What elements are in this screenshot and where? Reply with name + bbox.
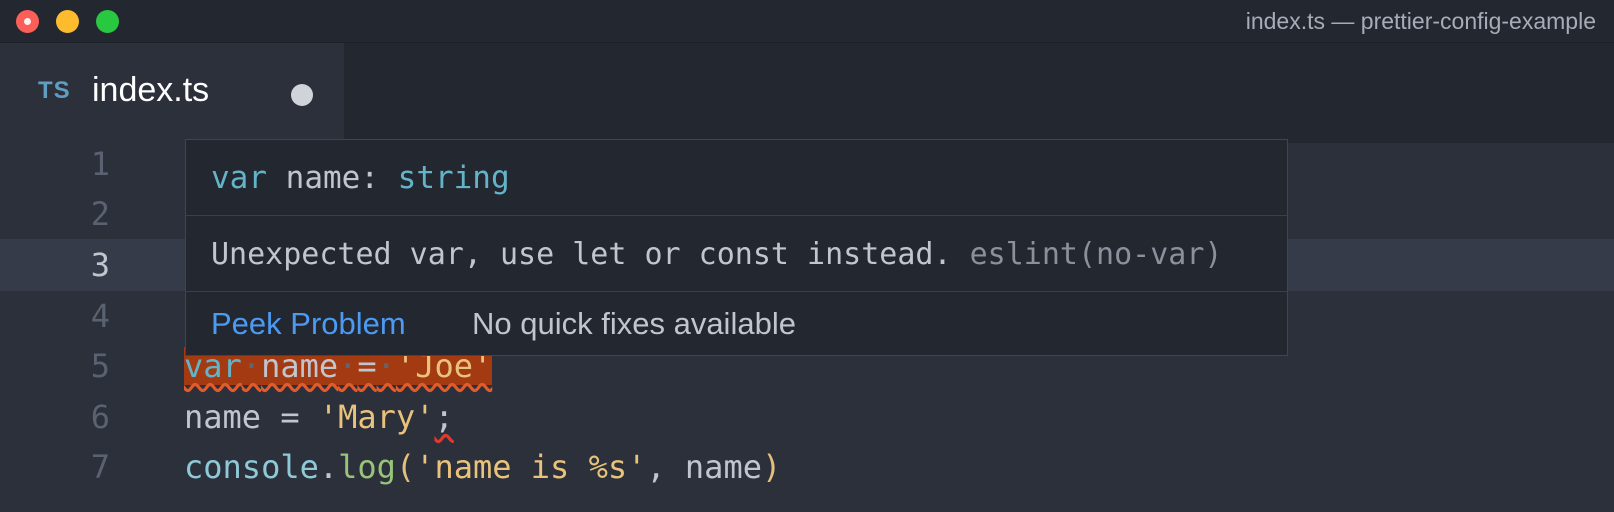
comma-token: , xyxy=(646,448,666,486)
title-bar: index.ts — prettier-config-example xyxy=(0,0,1614,43)
code-text: name = 'Mary'; xyxy=(184,391,454,443)
close-window-button[interactable] xyxy=(16,10,39,33)
hover-actions: Peek Problem No quick fixes available xyxy=(186,293,1287,355)
code-line: 7 console.log('name is %s', name) xyxy=(0,441,1614,493)
diagnostic-message: Unexpected var, use let or const instead… xyxy=(211,237,952,272)
no-quick-fixes-label: No quick fixes available xyxy=(472,306,796,341)
minimize-window-button[interactable] xyxy=(56,10,79,33)
identifier-token: name xyxy=(684,448,762,486)
string-token: 'name is %s' xyxy=(415,448,647,486)
line-number: 5 xyxy=(90,347,110,385)
line-number: 7 xyxy=(90,448,110,486)
diagnostic-source: eslint(no-var) xyxy=(969,237,1223,272)
signature-name: name: xyxy=(267,160,398,196)
window-title: index.ts — prettier-config-example xyxy=(1245,8,1596,34)
hover-signature: var name: string xyxy=(186,140,1287,216)
code-line: 6 name = 'Mary'; xyxy=(0,391,1614,443)
signature-keyword: var xyxy=(211,160,267,196)
line-number: 2 xyxy=(90,195,110,233)
tab-index-ts[interactable]: TS index.ts xyxy=(0,43,344,143)
tab-bar: TS index.ts xyxy=(0,43,1614,143)
method-token: log xyxy=(338,448,396,486)
semicolon-error-token[interactable]: ; xyxy=(434,398,453,436)
code-text: console.log('name is %s', name) xyxy=(184,441,781,493)
paren-token: ( xyxy=(395,448,416,486)
hover-diagnostic: Unexpected var, use let or const instead… xyxy=(186,217,1287,292)
operator-token: = xyxy=(261,398,319,436)
hover-widget: var name: string Unexpected var, use let… xyxy=(185,139,1288,356)
tab-label: index.ts xyxy=(92,71,210,109)
string-token: 'Mary' xyxy=(318,398,435,436)
line-number: 1 xyxy=(90,145,110,183)
signature-type: string xyxy=(397,160,510,196)
object-token: console xyxy=(184,448,319,486)
unsaved-dot-icon[interactable] xyxy=(291,84,313,106)
identifier-token: name xyxy=(184,398,262,436)
dot-token: . xyxy=(318,448,339,486)
maximize-window-button[interactable] xyxy=(96,10,119,33)
typescript-icon: TS xyxy=(38,77,71,104)
line-number: 4 xyxy=(90,297,110,335)
peek-problem-link[interactable]: Peek Problem xyxy=(211,293,406,355)
line-number: 6 xyxy=(90,398,110,436)
paren-token: ) xyxy=(761,448,782,486)
line-number: 3 xyxy=(90,246,110,284)
